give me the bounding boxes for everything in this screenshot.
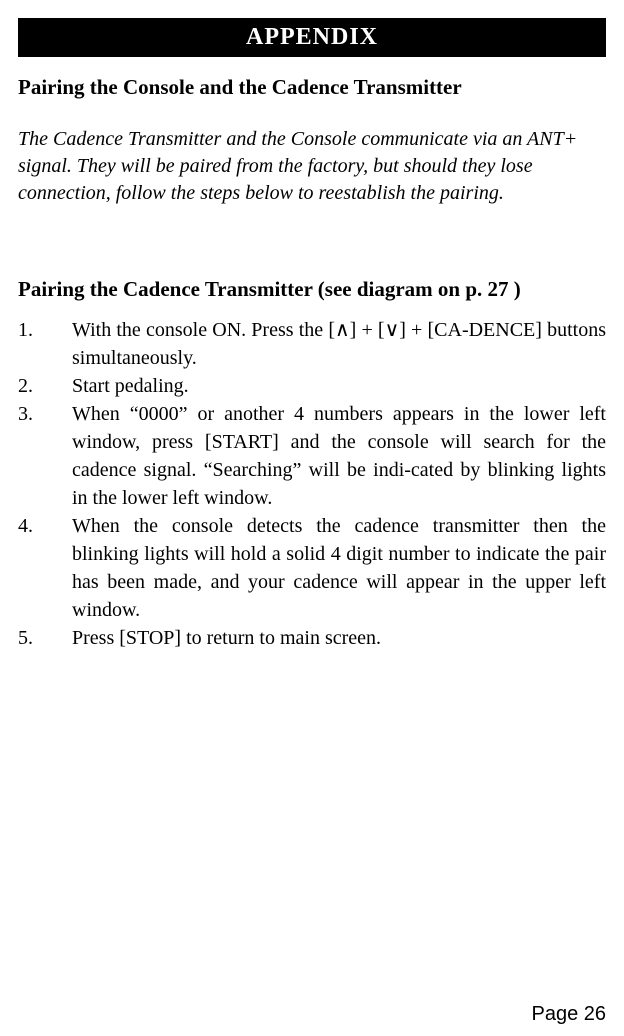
list-item: 4. When the console detects the cadence … — [18, 512, 606, 624]
step-number: 2. — [18, 372, 72, 400]
page-number: Page 26 — [531, 1003, 606, 1026]
step-text: When the console detects the cadence tra… — [72, 512, 606, 624]
subsection-title: Pairing the Cadence Transmitter (see dia… — [18, 277, 606, 302]
step-text: When “0000” or another 4 numbers appears… — [72, 400, 606, 512]
step-number: 3. — [18, 400, 72, 428]
step-number: 1. — [18, 316, 72, 344]
step-list: 1. With the console ON. Press the [∧] + … — [18, 316, 606, 652]
list-item: 2. Start pedaling. — [18, 372, 606, 400]
step-text: With the console ON. Press the [∧] + [∨]… — [72, 316, 606, 372]
appendix-header: APPENDIX — [18, 18, 606, 57]
list-item: 3. When “0000” or another 4 numbers appe… — [18, 400, 606, 512]
step-text: Press [STOP] to return to main screen. — [72, 624, 606, 652]
list-item: 1. With the console ON. Press the [∧] + … — [18, 316, 606, 372]
step-number: 5. — [18, 624, 72, 652]
step-text: Start pedaling. — [72, 372, 606, 400]
section-title: Pairing the Console and the Cadence Tran… — [18, 75, 606, 100]
list-item: 5. Press [STOP] to return to main screen… — [18, 624, 606, 652]
step-number: 4. — [18, 512, 72, 540]
intro-paragraph: The Cadence Transmitter and the Console … — [18, 126, 606, 207]
